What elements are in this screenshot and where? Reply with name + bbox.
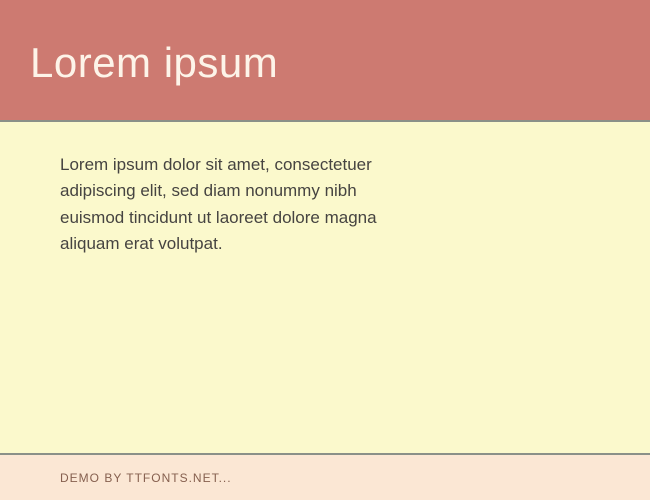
footer-text: DEMO BY TTFONTS.NET...	[60, 471, 232, 485]
body-paragraph: Lorem ipsum dolor sit amet, consectetuer…	[60, 152, 400, 257]
header-banner: Lorem ipsum	[0, 0, 650, 120]
page-title: Lorem ipsum	[30, 39, 278, 87]
footer: DEMO BY TTFONTS.NET...	[0, 455, 650, 500]
body-section: Lorem ipsum dolor sit amet, consectetuer…	[0, 122, 650, 453]
